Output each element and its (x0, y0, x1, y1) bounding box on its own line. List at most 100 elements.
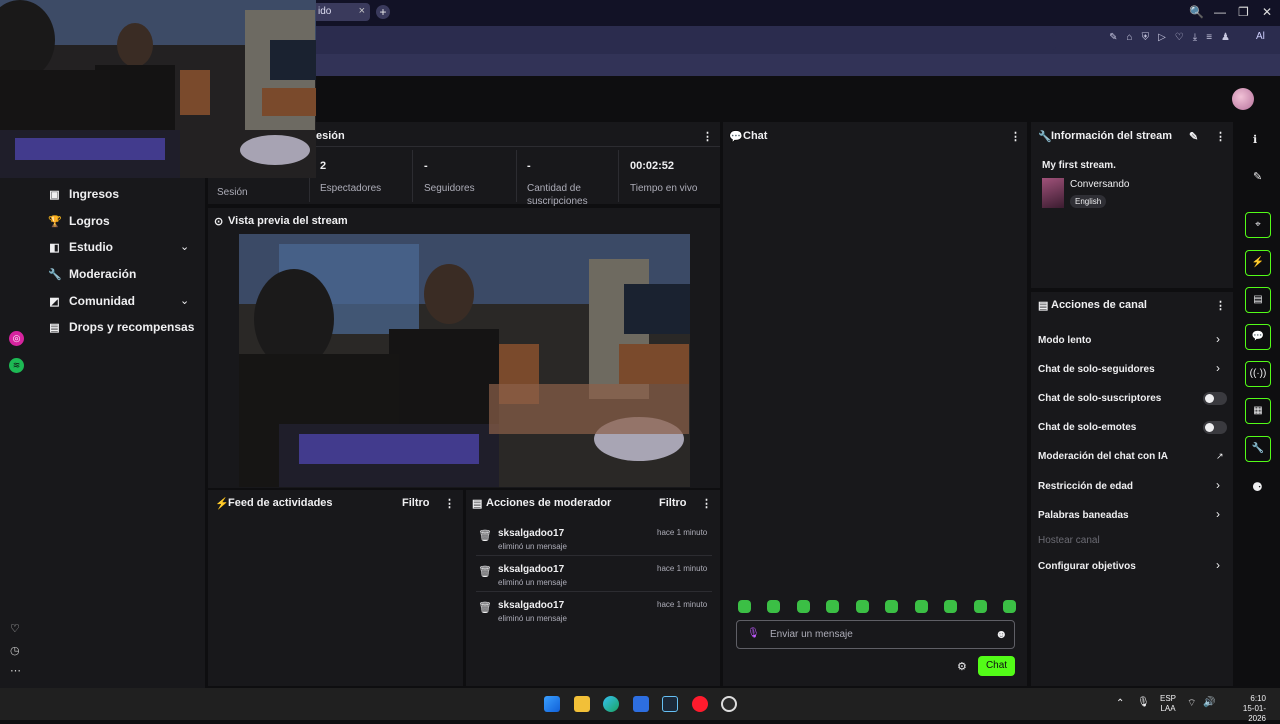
tab-title: ido (318, 6, 332, 17)
mod-filter-button[interactable]: Filtro (659, 497, 687, 509)
emote-icon[interactable] (826, 600, 840, 613)
heart-icon[interactable]: ♡ (1175, 32, 1184, 43)
emote-icon[interactable] (944, 600, 958, 613)
stream-category[interactable]: Conversando (1070, 179, 1129, 190)
user-avatar[interactable] (1232, 88, 1254, 110)
download-icon[interactable]: ⤓ (1193, 32, 1197, 43)
chevron-right-icon[interactable]: › (1216, 332, 1220, 346)
url-field[interactable] (316, 30, 1056, 50)
mod-user[interactable]: sksalgadoo17 (498, 600, 564, 611)
quick-action-clip-button[interactable]: ⌖ (1245, 212, 1271, 238)
nav-item-logros[interactable]: 🏆 Logros (48, 214, 110, 228)
category-thumbnail[interactable] (1042, 178, 1064, 208)
ai-button[interactable]: Al (1256, 31, 1265, 42)
chevron-right-icon[interactable]: › (1216, 558, 1220, 572)
minimize-icon[interactable]: — (1214, 5, 1226, 19)
chat-message-input[interactable]: 🎙 Enviar un mensaje ☻ (736, 620, 1015, 649)
activity-filter-button[interactable]: Filtro (402, 497, 430, 509)
quick-action-chat-button[interactable]: 💬 (1245, 324, 1271, 350)
chat-send-button[interactable]: Chat (978, 656, 1015, 676)
microphone-icon[interactable]: 🎙 (747, 628, 760, 639)
play-icon[interactable]: ▷ (1158, 32, 1166, 43)
search-tabs-icon[interactable]: 🔍 (1189, 5, 1204, 19)
emote-icon[interactable] (796, 600, 810, 613)
nav-item-comunidad[interactable]: ◩ Comunidad (48, 294, 135, 308)
stream-preview-video[interactable] (239, 234, 690, 487)
subscribers-only-toggle[interactable] (1203, 392, 1227, 405)
emote-icon[interactable] (914, 600, 928, 613)
action-followers-only[interactable]: Chat de solo-seguidores (1038, 364, 1155, 375)
new-tab-button[interactable]: + (376, 5, 390, 19)
emotes-only-toggle[interactable] (1203, 421, 1227, 434)
pencil-icon[interactable]: ✎ (1253, 170, 1262, 183)
emote-picker-icon[interactable]: ☻ (995, 627, 1008, 641)
info-icon[interactable]: ℹ (1253, 133, 1257, 146)
more-icon[interactable]: ⋯ (10, 664, 21, 677)
emote-icon[interactable] (738, 600, 751, 613)
quick-action-tools-button[interactable]: 🔧 (1245, 436, 1271, 462)
action-banned-words[interactable]: Palabras baneadas (1038, 510, 1129, 521)
menu-icon[interactable]: ≡ (1206, 32, 1212, 43)
edit-icon[interactable]: ✎ (1189, 130, 1198, 143)
windows-icon[interactable] (544, 696, 560, 712)
chevron-right-icon[interactable]: › (1216, 361, 1220, 375)
close-window-icon[interactable]: ✕ (1262, 5, 1272, 19)
tray-chevron-icon[interactable]: ⌃ (1116, 698, 1124, 709)
language-indicator[interactable]: ESP LAA (1158, 694, 1178, 714)
action-goals[interactable]: Configurar objetivos (1038, 561, 1136, 572)
shield-icon[interactable]: ⛨ (1142, 32, 1150, 43)
wifi-icon[interactable]: ⌔ (1187, 697, 1196, 710)
maximize-icon[interactable]: ❐ (1238, 5, 1249, 19)
quick-action-boost-button[interactable]: ⚡ (1245, 250, 1271, 276)
emote-icon[interactable] (1002, 600, 1016, 613)
files-icon[interactable] (574, 696, 590, 712)
kebab-menu-icon[interactable]: ⋮ (1010, 130, 1021, 143)
chat-settings-icon[interactable]: ⚙ (957, 660, 967, 673)
emote-icon[interactable] (973, 600, 987, 613)
opera-icon[interactable] (692, 696, 708, 712)
chevron-down-icon[interactable]: ⌄ (180, 240, 189, 253)
chevron-right-icon[interactable]: › (1216, 507, 1220, 521)
camera-icon[interactable]: ⌂ (1127, 32, 1133, 43)
chevron-down-icon[interactable]: ⌄ (180, 294, 189, 307)
quick-action-layout-button[interactable]: ▦ (1245, 398, 1271, 424)
kebab-menu-icon[interactable]: ⋮ (1215, 299, 1226, 312)
obs-icon[interactable] (721, 696, 737, 712)
steam-icon[interactable] (662, 696, 678, 712)
nav-item-moderacion[interactable]: 🔧 Moderación (48, 267, 136, 281)
action-age-restriction[interactable]: Restricción de edad (1038, 481, 1133, 492)
instagram-icon[interactable]: ◎ (9, 331, 24, 346)
quick-action-notes-button[interactable]: ▤ (1245, 287, 1271, 313)
mic-tray-icon[interactable]: 🎙 (1137, 697, 1150, 708)
heart-icon[interactable]: ♡ (10, 622, 20, 635)
mod-user[interactable]: sksalgadoo17 (498, 564, 564, 575)
snapshot-icon[interactable]: ✎ (1109, 32, 1117, 43)
volume-icon[interactable]: 🔊 (1203, 697, 1215, 708)
action-slow-mode[interactable]: Modo lento (1038, 335, 1091, 346)
action-ai-moderation[interactable]: Moderación del chat con IA (1038, 451, 1168, 462)
browser-tab[interactable]: ido × (312, 3, 370, 21)
kebab-menu-icon[interactable]: ⋮ (444, 497, 455, 510)
external-link-icon[interactable]: ↗ (1216, 451, 1224, 462)
nav-item-ingresos[interactable]: ▣ Ingresos (48, 187, 119, 201)
tab-close-icon[interactable]: × (359, 5, 365, 17)
edge-icon[interactable] (603, 696, 619, 712)
emote-icon[interactable] (885, 600, 899, 613)
channel-actions-header: Acciones de canal (1051, 299, 1147, 311)
profile-icon[interactable]: ♟ (1221, 32, 1230, 43)
add-action-icon[interactable]: ⚈ (1252, 480, 1263, 494)
emote-icon[interactable] (855, 600, 869, 613)
history-icon[interactable]: ◷ (10, 644, 20, 657)
mod-user[interactable]: sksalgadoo17 (498, 528, 564, 539)
store-icon[interactable] (633, 696, 649, 712)
nav-item-drops[interactable]: ▤ Drops y recompensas (48, 320, 194, 334)
kebab-menu-icon[interactable]: ⋮ (701, 497, 712, 510)
nav-item-estudio[interactable]: ◧ Estudio (48, 240, 113, 254)
kebab-menu-icon[interactable]: ⋮ (702, 130, 713, 143)
kebab-menu-icon[interactable]: ⋮ (1215, 130, 1226, 143)
followers-label: Seguidores (424, 183, 475, 194)
quick-action-broadcast-button[interactable]: ((·)) (1245, 361, 1271, 387)
emote-icon[interactable] (767, 600, 781, 613)
spotify-icon[interactable]: ≋ (9, 358, 24, 373)
chevron-right-icon[interactable]: › (1216, 478, 1220, 492)
